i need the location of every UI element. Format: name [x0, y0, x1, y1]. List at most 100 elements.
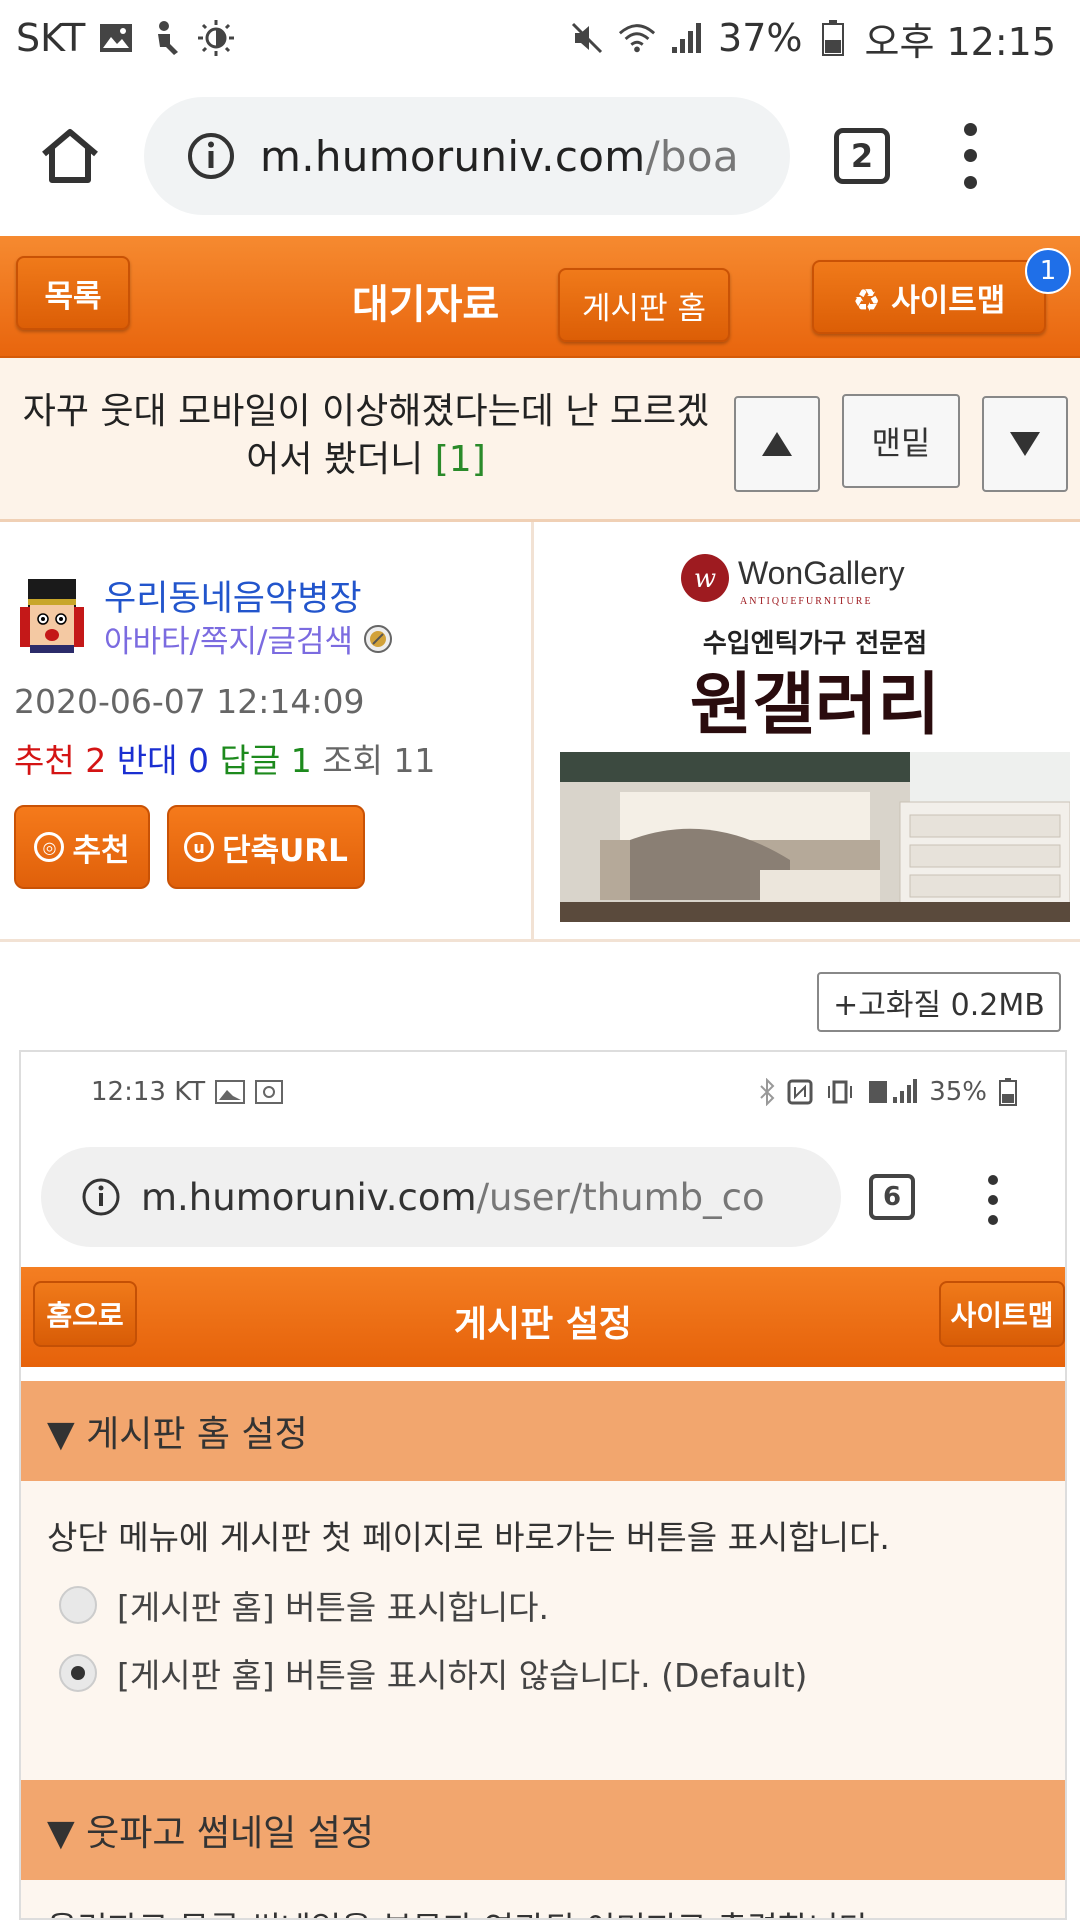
notification-badge[interactable]: 1 [1025, 248, 1071, 294]
signal-icon [668, 19, 706, 57]
embedded-option2-label: [게시판 홈] 버튼을 표시하지 않습니다. (Default) [117, 1656, 808, 1695]
url-path: /boa [645, 131, 739, 181]
embedded-section1-body: 상단 메뉴에 게시판 첫 페이지로 바로가는 버튼을 표시합니다. [게시판 홈… [21, 1481, 1065, 1831]
embedded-option1: [게시판 홈] 버튼을 표시합니다. [59, 1581, 549, 1629]
embedded-url-text: m.humoruniv.com/user/thumb_co [141, 1176, 765, 1219]
embedded-signal-icon [869, 1079, 918, 1103]
home-button[interactable] [20, 106, 120, 206]
recommend-count: 2 [85, 741, 107, 780]
ad-tagline: 수입엔틱가구 전문점 [703, 629, 927, 659]
brightness-icon [197, 19, 235, 57]
post-title: 자꾸 웃대 모바일이 이상해졌다는데 난 모르겠어서 봤더니 [1] [16, 388, 716, 484]
recommend-label: 추천 [14, 741, 75, 780]
embedded-header: 홈으로 게시판 설정 사이트맵 [21, 1267, 1065, 1367]
scroll-up-button[interactable] [734, 396, 820, 492]
author-panel: 우리동네음악병장 아바타/쪽지/글검색 2020-06-07 12:14:09 … [0, 522, 534, 942]
status-bar: SKT 37% 오후 12:15 [0, 0, 1080, 76]
views-count: 11 [393, 741, 436, 780]
tab-switcher-button[interactable]: 2 [834, 128, 890, 184]
post-stats: 추천 2 반대 0 답글 1 조회 11 [14, 734, 435, 782]
triangle-down-icon [1010, 432, 1040, 456]
level-badge-icon [364, 624, 393, 653]
url-text: m.humoruniv.com/boa [260, 132, 739, 181]
embedded-url-bar: m.humoruniv.com/user/thumb_co [41, 1147, 841, 1247]
author-name[interactable]: 우리동네음악병장 [104, 570, 362, 621]
recommend-circle-icon: ◎ [34, 832, 65, 862]
post-title-text: 자꾸 웃대 모바일이 이상해졌다는데 난 모르겠어서 봤더니 [22, 391, 710, 480]
ad-brand: WonGallery [738, 555, 905, 591]
embedded-screenshot-icon [255, 1080, 284, 1104]
reply-label: 답글 [219, 741, 281, 780]
post-image: 12:13 KT 35% m.humoruniv.com/user/thumb_… [19, 1050, 1067, 1920]
oppose-count: 0 [187, 741, 209, 780]
embedded-nfc-icon [787, 1079, 813, 1105]
ad-image: w WonGallery ANTIQUEFURNITURE 수입엔틱가구 전문점… [560, 540, 1070, 922]
comment-count[interactable]: [1] [435, 439, 486, 480]
status-left: SKT [16, 16, 235, 60]
high-quality-button[interactable]: +고화질 0.2MB [817, 972, 1061, 1032]
embedded-vibrate-icon [828, 1080, 853, 1104]
views-label: 조회 [322, 741, 383, 780]
clock: 오후 12:15 [864, 19, 1056, 64]
triangle-up-icon [762, 432, 792, 456]
embedded-title: 게시판 설정 [453, 1304, 633, 1345]
accessibility-icon [147, 19, 185, 57]
post-title-bar: 자꾸 웃대 모바일이 이상해졌다는데 난 모르겠어서 봤더니 [1] 맨밑 [0, 358, 1080, 522]
post-info-section: 우리동네음악병장 아바타/쪽지/글검색 2020-06-07 12:14:09 … [0, 522, 1080, 1116]
board-home-button[interactable]: 게시판 홈 [558, 268, 730, 342]
browser-toolbar: m.humoruniv.com/boa 2 [0, 76, 1080, 236]
mute-icon [568, 19, 606, 57]
ad-banner[interactable]: w WonGallery ANTIQUEFURNITURE 수입엔틱가구 전문점… [560, 540, 1070, 922]
embedded-gallery-icon [215, 1080, 246, 1104]
scroll-down-button[interactable] [982, 396, 1068, 492]
reply-count: 1 [290, 741, 312, 780]
browser-menu-button[interactable] [960, 116, 980, 196]
board-title: 대기자료 [352, 282, 500, 328]
embedded-status-right: 35% [759, 1077, 1017, 1107]
embedded-url-domain: m.humoruniv.com [141, 1175, 477, 1219]
svg-text:w: w [694, 564, 716, 594]
ad-headline: 원갤러리 [690, 666, 940, 745]
scroll-bottom-button[interactable]: 맨밑 [842, 394, 960, 488]
author-links[interactable]: 아바타/쪽지/글검색 [104, 616, 393, 661]
embedded-tab-count: 6 [869, 1174, 915, 1220]
url-circle-icon: u [184, 832, 215, 862]
avatar[interactable] [14, 577, 90, 653]
sitemap-button[interactable]: ♻ 사이트맵 [812, 260, 1046, 334]
gallery-icon [97, 19, 135, 57]
list-button[interactable]: 목록 [16, 256, 130, 330]
embedded-battery-icon [999, 1078, 1017, 1106]
oppose-label: 반대 [116, 741, 178, 780]
status-right: 37% 오후 12:15 [568, 11, 1056, 66]
embedded-bluetooth-icon [760, 1078, 775, 1106]
recommend-button-label: 추천 [72, 832, 130, 869]
embedded-info-icon [82, 1178, 120, 1216]
embedded-option2: [게시판 홈] 버튼을 표시하지 않습니다. (Default) [59, 1649, 807, 1697]
battery-icon [814, 19, 852, 57]
url-domain: m.humoruniv.com [260, 131, 646, 181]
home-icon [42, 129, 98, 183]
embedded-menu-icon [986, 1170, 1000, 1230]
embedded-sitemap-button: 사이트맵 [939, 1281, 1065, 1347]
embedded-section1-desc: 상단 메뉴에 게시판 첫 페이지로 바로가는 버튼을 표시합니다. [47, 1518, 890, 1557]
info-icon[interactable] [186, 131, 236, 181]
short-url-button[interactable]: u 단축URL [167, 805, 365, 889]
embedded-url-path: /user/thumb_co [476, 1175, 765, 1219]
radio-checked-icon [59, 1654, 97, 1692]
site-header: 목록 대기자료 게시판 홈 ♻ 사이트맵 [0, 236, 1080, 358]
embedded-section2-desc: 올린자료 목록 썸네일을 본문과 연관된 이미지로 출력합니다. [47, 1902, 879, 1918]
embedded-status-bar: 12:13 KT 35% [21, 1052, 1065, 1132]
recommend-button[interactable]: ◎ 추천 [14, 805, 150, 889]
author-links-text[interactable]: 아바타/쪽지/글검색 [104, 616, 353, 661]
embedded-section2-title: ▼ 웃파고 썸네일 설정 [21, 1780, 1065, 1880]
battery-percent: 37% [718, 16, 803, 60]
ad-brand-sub: ANTIQUEFURNITURE [740, 596, 873, 607]
embedded-battery-text: 35% [929, 1077, 987, 1107]
short-url-button-label: 단축URL [222, 832, 348, 869]
radio-unchecked-icon [59, 1586, 97, 1624]
post-date: 2020-06-07 12:14:09 [14, 682, 365, 721]
embedded-status-time-text: 12:13 KT [91, 1077, 206, 1107]
embedded-option1-label: [게시판 홈] 버튼을 표시합니다. [117, 1588, 550, 1627]
url-bar[interactable]: m.humoruniv.com/boa [144, 97, 790, 215]
embedded-section1-title: ▼ 게시판 홈 설정 [21, 1381, 1065, 1481]
